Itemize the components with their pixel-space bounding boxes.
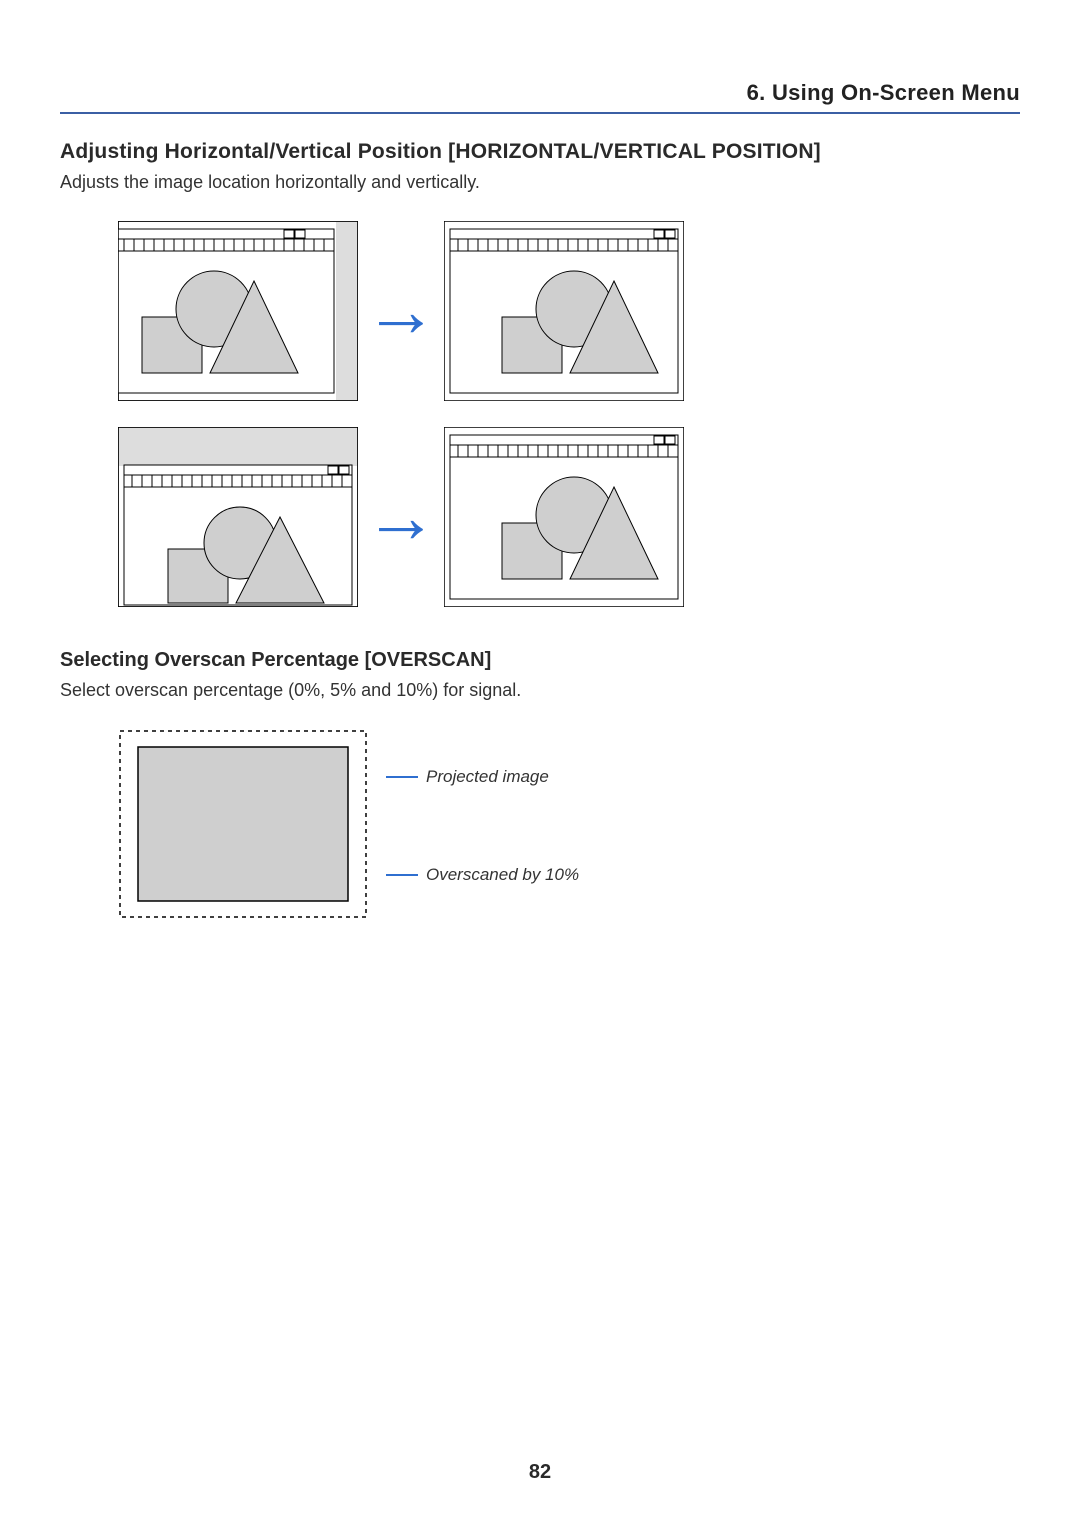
page-header: 6. Using On-Screen Menu (60, 80, 1020, 114)
label-projected-text: Projected image (426, 767, 549, 787)
section1-title: Adjusting Horizontal/Vertical Position [… (60, 140, 1020, 164)
panel-vertical-after (444, 427, 684, 607)
position-figures: → (118, 221, 1020, 607)
panel-vertical-before (118, 427, 358, 607)
callout-line-icon (386, 874, 418, 876)
panel-horizontal-after (444, 221, 684, 401)
arrow-icon: → (364, 480, 438, 554)
panel-horizontal-before (118, 221, 358, 401)
label-overscan-text: Overscaned by 10% (426, 865, 579, 885)
arrow-icon: → (364, 274, 438, 348)
section1-body: Adjusts the image location horizontally … (60, 172, 1020, 193)
figure-row-horizontal: → (118, 221, 1020, 401)
callout-line-icon (386, 776, 418, 778)
section2-title: Selecting Overscan Percentage [OVERSCAN] (60, 649, 1020, 672)
section2-body: Select overscan percentage (0%, 5% and 1… (60, 680, 1020, 701)
overscan-diagram (118, 729, 368, 919)
label-overscan: Overscaned by 10% (386, 865, 579, 885)
overscan-figure: Projected image Overscaned by 10% (118, 729, 1020, 919)
label-projected: Projected image (386, 767, 549, 787)
figure-row-vertical: → (118, 427, 1020, 607)
page-number: 82 (0, 1461, 1080, 1484)
